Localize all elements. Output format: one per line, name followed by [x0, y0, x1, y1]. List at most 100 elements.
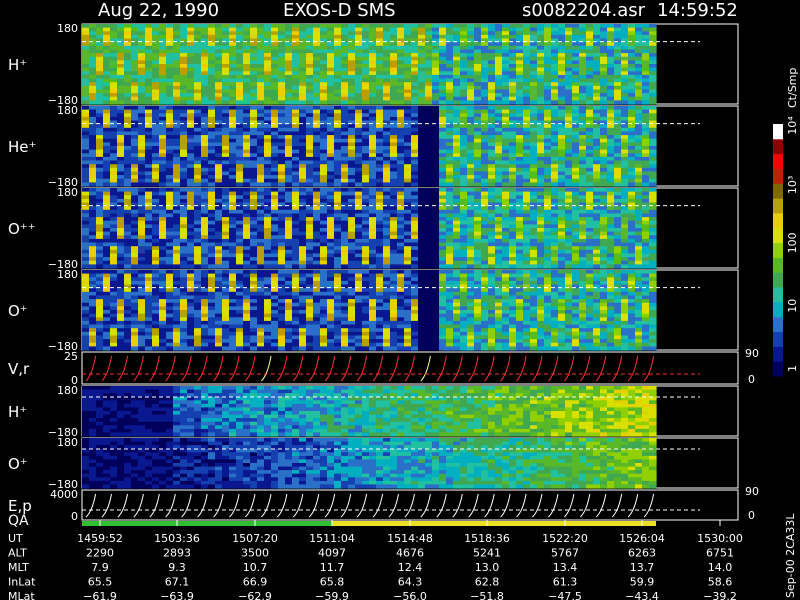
heatmap-cell	[404, 45, 412, 50]
heatmap-cell	[495, 56, 503, 61]
heatmap-cell	[418, 242, 426, 247]
heatmap-cell	[124, 78, 132, 83]
heatmap-cell	[572, 149, 580, 154]
heatmap-cell	[250, 160, 258, 165]
heatmap-cell	[82, 195, 90, 200]
heatmap-cell	[530, 142, 538, 147]
heatmap-cell	[446, 206, 454, 211]
heatmap-cell	[117, 209, 125, 214]
heatmap-cell	[572, 127, 580, 132]
heatmap-cell	[439, 242, 447, 247]
heatmap-cell	[467, 67, 475, 72]
heatmap-cell	[138, 74, 146, 80]
heatmap-cell	[278, 220, 286, 225]
heatmap-cell	[124, 198, 132, 204]
heatmap-cell	[201, 164, 209, 169]
heatmap-cell	[530, 171, 538, 176]
heatmap-cell	[369, 96, 377, 101]
heatmap-cell	[397, 264, 405, 269]
heatmap-cell	[523, 178, 531, 183]
heatmap-cell	[642, 156, 650, 162]
heatmap-cell	[341, 198, 349, 204]
heatmap-cell	[173, 109, 181, 114]
heatmap-cell	[187, 198, 195, 204]
heatmap-cell	[222, 160, 230, 165]
heatmap-cell	[215, 116, 223, 122]
heatmap-cell	[390, 167, 398, 172]
heatmap-cell	[250, 149, 258, 154]
heatmap-cell	[635, 45, 643, 50]
heatmap-cell	[236, 78, 244, 83]
heatmap-cell	[537, 175, 545, 180]
heatmap-cell	[432, 228, 440, 233]
heatmap-cell	[222, 124, 230, 129]
heatmap-cell	[271, 60, 279, 65]
heatmap-cell	[278, 82, 286, 87]
heatmap-cell	[530, 116, 538, 122]
heatmap-cell	[96, 60, 104, 65]
heatmap-cell	[383, 34, 391, 40]
heatmap-cell	[453, 238, 461, 244]
heatmap-cell	[348, 260, 356, 265]
heatmap-cell	[82, 78, 90, 83]
heatmap-cell	[614, 171, 622, 176]
heatmap-cell	[481, 242, 489, 247]
heatmap-cell	[390, 198, 398, 204]
heatmap-cell	[194, 56, 202, 61]
heatmap-cell	[201, 100, 209, 105]
heatmap-cell	[250, 188, 258, 193]
heatmap-cell	[299, 93, 307, 98]
heatmap-cell	[509, 67, 517, 72]
heatmap-cell	[495, 182, 503, 187]
heatmap-cell	[432, 153, 440, 158]
heatmap-cell	[103, 171, 111, 176]
heatmap-cell	[397, 124, 405, 129]
heatmap-cell	[460, 198, 468, 204]
heatmap-cell	[418, 235, 426, 240]
heatmap-cell	[138, 175, 146, 180]
heatmap-cell	[418, 85, 426, 90]
heatmap-cell	[264, 109, 272, 114]
heatmap-cell	[390, 149, 398, 154]
heatmap-cell	[649, 178, 657, 183]
heatmap-cell	[271, 167, 279, 172]
heatmap-cell	[201, 116, 209, 122]
heatmap-cell	[523, 100, 531, 105]
heatmap-cell	[271, 24, 279, 29]
heatmap-cell	[166, 49, 174, 54]
heatmap-cell	[509, 113, 517, 118]
heatmap-cell	[285, 74, 293, 80]
heatmap-cell	[439, 71, 447, 76]
heatmap-cell	[355, 164, 363, 169]
heatmap-cell	[222, 127, 230, 132]
heatmap-cell	[453, 257, 461, 262]
heatmap-cell	[194, 249, 202, 254]
heatmap-cell	[418, 138, 426, 143]
heatmap-cell	[362, 116, 370, 122]
heatmap-cell	[558, 78, 566, 83]
heatmap-cell	[110, 31, 118, 36]
heatmap-cell	[278, 93, 286, 98]
heatmap-cell	[390, 171, 398, 176]
heatmap-cell	[278, 56, 286, 61]
heatmap-cell	[467, 213, 475, 218]
heatmap-cell	[355, 67, 363, 72]
heatmap-cell	[187, 124, 195, 129]
heatmap-cell	[138, 235, 146, 240]
heatmap-cell	[362, 188, 370, 193]
heatmap-cell	[488, 135, 496, 140]
heatmap-cell	[131, 264, 139, 269]
heatmap-cell	[558, 175, 566, 180]
heatmap-cell	[278, 242, 286, 247]
heatmap-cell	[306, 220, 314, 225]
heatmap-cell	[425, 220, 433, 225]
heatmap-cell	[593, 34, 601, 40]
heatmap-cell	[446, 231, 454, 236]
heatmap-cell	[383, 127, 391, 132]
heatmap-cell	[264, 160, 272, 165]
heatmap-cell	[411, 209, 419, 214]
heatmap-cell	[614, 67, 622, 72]
heatmap-cell	[432, 220, 440, 225]
heatmap-cell	[579, 31, 587, 36]
heatmap-cell	[264, 257, 272, 262]
